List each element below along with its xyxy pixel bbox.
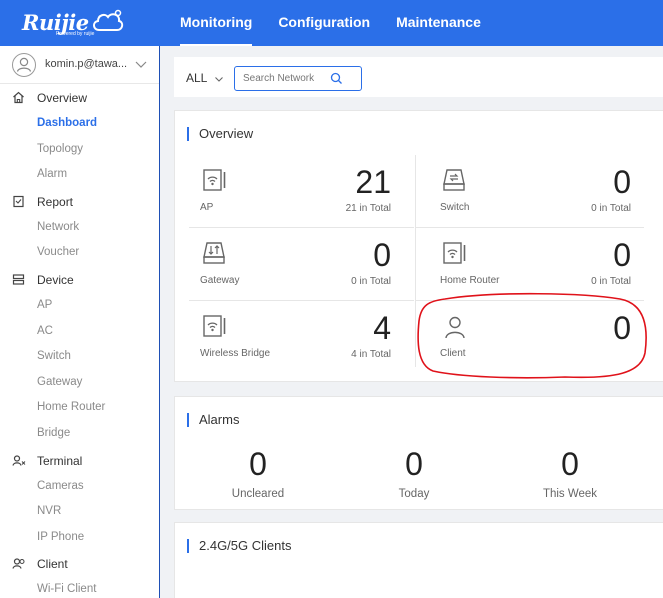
network-scope-select[interactable]: ALL [186, 71, 224, 85]
sidebar-group-terminal[interactable]: Terminal [0, 447, 159, 474]
sidebar-item-ap[interactable]: AP [0, 293, 159, 319]
sidebar-group-device[interactable]: Device [0, 266, 159, 293]
overview-ap-total: 21 in Total [345, 203, 391, 214]
overview-panel: Overview AP 21 21 in Total Switch 0 0 in… [174, 110, 663, 382]
alarm-today[interactable]: 0 Today [354, 447, 474, 500]
nav-maintenance[interactable]: Maintenance [396, 0, 481, 46]
overview-home-router-label: Home Router [440, 275, 500, 286]
sidebar-item-alarm[interactable]: Alarm [0, 162, 159, 188]
sidebar: komin.p@tawa... Overview Dashboard Topol… [0, 46, 160, 598]
overview-gateway-total: 0 in Total [351, 276, 391, 287]
terminal-icon [12, 454, 26, 466]
ap-icon [203, 169, 226, 191]
sidebar-item-home-router[interactable]: Home Router [0, 395, 159, 421]
sidebar-item-bridge[interactable]: Bridge [0, 421, 159, 447]
wireless-bridge-icon [203, 315, 226, 337]
sidebar-group-label: Client [37, 557, 68, 572]
client-icon [12, 558, 25, 570]
overview-switch-count: 0 [613, 164, 631, 200]
report-icon [13, 195, 24, 207]
search-network-input[interactable] [235, 67, 335, 90]
overview-ap-count: 21 [355, 164, 391, 200]
alarm-today-label: Today [398, 488, 430, 500]
chevron-down-icon [215, 76, 224, 82]
overview-gateway-label: Gateway [200, 275, 240, 286]
sidebar-item-nvr[interactable]: NVR [0, 499, 159, 525]
sidebar-item-dashboard[interactable]: Dashboard [0, 111, 159, 137]
client-highlight-annotation [417, 292, 647, 379]
overview-wireless-bridge-card[interactable]: Wireless Bridge 4 4 in Total [175, 301, 403, 374]
network-filter-bar: ALL [174, 57, 663, 97]
sidebar-group-label: Terminal [37, 453, 83, 468]
user-icon [16, 57, 32, 72]
sidebar-group-overview[interactable]: Overview [0, 84, 159, 111]
chevron-down-icon[interactable] [134, 57, 148, 71]
overview-wireless-bridge-count: 4 [373, 310, 391, 346]
user-name: komin.p@tawa... [45, 58, 128, 70]
alarm-this-week[interactable]: 0 This Week [510, 447, 630, 500]
alarm-this-week-label: This Week [542, 488, 598, 500]
alarm-this-week-count: 0 [561, 446, 579, 482]
home-router-icon [443, 242, 466, 264]
clients-panel: 2.4G/5G Clients [174, 522, 663, 598]
sidebar-group-label: Overview [37, 91, 88, 105]
switch-icon [443, 169, 465, 191]
overview-gateway-count: 0 [373, 237, 391, 273]
logo-tagline: Powered by ruijie [56, 31, 95, 37]
avatar [12, 53, 36, 77]
sidebar-item-voucher[interactable]: Voucher [0, 240, 159, 266]
sidebar-group-label: Report [37, 194, 74, 209]
gateway-icon [203, 242, 225, 264]
sidebar-item-ac[interactable]: AC [0, 319, 159, 345]
sidebar-item-switch[interactable]: Switch [0, 344, 159, 370]
alarms-title: Alarms [187, 413, 239, 427]
network-scope-value: ALL [186, 71, 207, 85]
alarm-uncleared-label: Uncleared [231, 488, 285, 500]
search-icon[interactable] [330, 72, 343, 85]
nav-monitoring[interactable]: Monitoring [180, 0, 253, 46]
sidebar-item-topology[interactable]: Topology [0, 137, 159, 163]
search-network-box [234, 66, 362, 91]
ruijie-logo[interactable]: Ruijie Powered by ruijie [22, 8, 132, 38]
main-nav: Monitoring Configuration Maintenance [180, 0, 507, 46]
sidebar-item-gateway[interactable]: Gateway [0, 370, 159, 396]
overview-switch-total: 0 in Total [591, 203, 631, 214]
user-account[interactable]: komin.p@tawa... [0, 46, 159, 84]
alarms-panel: Alarms 0 Uncleared 0 Today 0 This Week [174, 396, 663, 510]
overview-title: Overview [187, 127, 253, 141]
clients-title: 2.4G/5G Clients [187, 539, 292, 553]
home-icon [13, 91, 24, 104]
sidebar-item-wifi-client[interactable]: Wi-Fi Client [0, 577, 159, 598]
alarm-today-count: 0 [405, 446, 423, 482]
nav-configuration[interactable]: Configuration [278, 0, 370, 46]
overview-gateway-card[interactable]: Gateway 0 0 in Total [175, 228, 403, 301]
sidebar-group-label: Device [37, 272, 74, 287]
alarm-uncleared[interactable]: 0 Uncleared [198, 447, 318, 500]
overview-home-router-count: 0 [613, 237, 631, 273]
sidebar-item-ip-phone[interactable]: IP Phone [0, 525, 159, 551]
sidebar-group-client[interactable]: Client [0, 550, 159, 577]
overview-home-router-total: 0 in Total [591, 276, 631, 287]
device-icon [12, 274, 25, 285]
overview-wireless-bridge-label: Wireless Bridge [200, 348, 271, 359]
overview-ap-card[interactable]: AP 21 21 in Total [175, 155, 403, 228]
sidebar-item-network[interactable]: Network [0, 215, 159, 241]
alarm-uncleared-count: 0 [249, 446, 267, 482]
sidebar-item-cameras[interactable]: Cameras [0, 474, 159, 500]
overview-switch-label: Switch [440, 202, 470, 213]
sidebar-group-report[interactable]: Report [0, 188, 159, 215]
overview-switch-card[interactable]: Switch 0 0 in Total [415, 155, 643, 228]
overview-ap-label: AP [200, 202, 214, 213]
top-nav-bar: Ruijie Powered by ruijie Monitoring Conf… [0, 0, 663, 46]
cloud-icon [93, 9, 124, 31]
overview-wireless-bridge-total: 4 in Total [351, 349, 391, 360]
